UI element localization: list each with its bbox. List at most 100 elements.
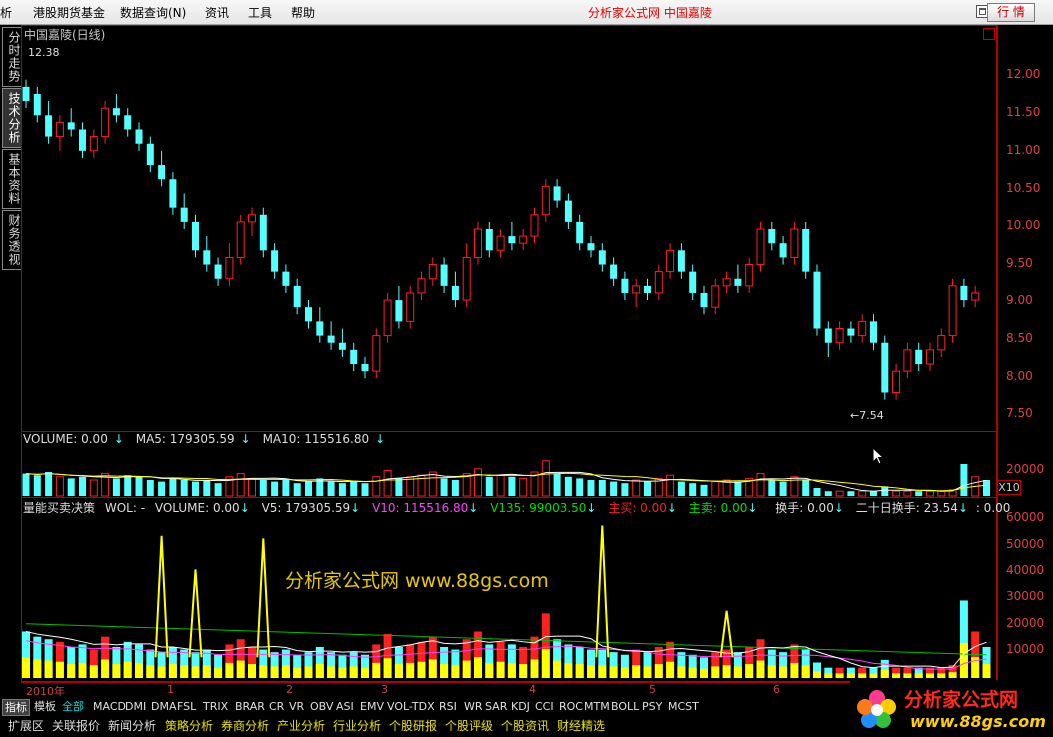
indicator-bar-yellow xyxy=(304,666,313,678)
tab-sar[interactable]: SAR xyxy=(483,699,509,714)
candle-body xyxy=(474,228,482,258)
tab-trix[interactable]: TRIX xyxy=(201,699,230,714)
tab-cci[interactable]: CCI xyxy=(533,699,556,714)
volume-bar xyxy=(553,473,561,496)
tab-boll[interactable]: BOLL xyxy=(609,699,641,714)
tab-templates[interactable]: 模板 xyxy=(32,699,58,714)
tab-industry-chain-analysis[interactable]: 产业分析 xyxy=(277,717,325,735)
candle-body xyxy=(519,235,528,244)
tab-news-analysis[interactable]: 新闻分析 xyxy=(108,717,156,735)
candle-body xyxy=(689,271,697,293)
tab-emv[interactable]: EMV xyxy=(358,699,386,714)
tab-vr[interactable]: VR xyxy=(287,699,306,714)
tab-psy[interactable]: PSY xyxy=(640,699,664,714)
candle-body xyxy=(948,285,957,337)
indicator-bar-yellow xyxy=(880,669,889,678)
volume-bar xyxy=(858,490,867,497)
tab-related-quotes[interactable]: 关联报价 xyxy=(52,717,100,735)
turnover-value: 换手: 0.00 xyxy=(775,501,834,515)
tab-all[interactable]: 全部 xyxy=(60,699,86,714)
volume-bar xyxy=(802,480,810,496)
tab-stock-rating[interactable]: 个股评级 xyxy=(445,717,493,735)
indicator-bar-yellow xyxy=(428,659,437,678)
candle-body xyxy=(440,264,448,286)
indicator-bar-yellow xyxy=(846,673,855,678)
tab-fsl[interactable]: FSL xyxy=(175,699,198,714)
candle-body xyxy=(395,300,403,322)
tab-broker-analysis[interactable]: 券商分析 xyxy=(221,717,269,735)
volume-bar xyxy=(192,481,199,496)
tab-sector-analysis[interactable]: 行业分析 xyxy=(333,717,381,735)
tab-mtm[interactable]: MTM xyxy=(582,699,612,714)
tab-mcst[interactable]: MCST xyxy=(666,699,701,714)
volume-bar xyxy=(33,475,41,496)
timeline-month: 6 xyxy=(773,683,780,696)
tab-extension-area[interactable]: 扩展区 xyxy=(8,717,44,735)
tab-finance-picks[interactable]: 财经精选 xyxy=(557,717,605,735)
price-panel-title: 中国嘉陵(日线) xyxy=(24,28,106,42)
indicator-bar-yellow xyxy=(135,662,143,678)
candle-body xyxy=(462,256,471,301)
candle-body xyxy=(259,214,267,251)
tab-cr[interactable]: CR xyxy=(267,699,286,714)
tab-indicators[interactable]: 指标 xyxy=(2,699,30,716)
tab-asi[interactable]: ASI xyxy=(334,699,356,714)
tab-wr[interactable]: WR xyxy=(462,699,485,714)
tab-rsi[interactable]: RSI xyxy=(437,699,459,714)
candle-body xyxy=(847,328,855,336)
tab-strategy-analysis[interactable]: 策略分析 xyxy=(165,717,213,735)
indicator-bar-yellow xyxy=(146,665,155,678)
tab-vol-tdx[interactable]: VOL-TDX xyxy=(385,699,437,714)
candle-body xyxy=(756,228,765,266)
indicator-bar-yellow xyxy=(417,661,426,678)
indicator-bar-yellow xyxy=(485,662,494,678)
volume-bar xyxy=(734,481,742,496)
tab-stock-research[interactable]: 个股研报 xyxy=(389,717,437,735)
candle-body xyxy=(383,299,392,337)
timeline-month: 1 xyxy=(167,683,174,696)
tab-stock-news[interactable]: 个股资讯 xyxy=(501,717,549,735)
price-axis-label: 9.50 xyxy=(1006,256,1033,270)
volume-bar xyxy=(541,460,550,497)
tab-obv[interactable]: OBV xyxy=(308,699,335,714)
tab-roc[interactable]: ROC xyxy=(557,699,585,714)
indicator-axis-label: 20000 xyxy=(1006,616,1045,630)
volume-bar xyxy=(383,469,392,497)
volume-bar xyxy=(135,476,143,496)
indicator-bar-yellow xyxy=(338,667,347,678)
candle-body xyxy=(508,236,516,244)
site-logo: 分析家公式网 www.88gs.com xyxy=(850,680,1050,736)
stock-chart[interactable] xyxy=(0,0,1053,737)
candle-body xyxy=(632,285,641,294)
indicator-bar-yellow xyxy=(202,665,211,678)
volume-bar xyxy=(474,468,482,497)
volume-value: VOLUME: 0.00 xyxy=(23,432,108,446)
main-sell-value: 主卖: 0.00 xyxy=(688,501,748,515)
indicator-bar-yellow xyxy=(67,664,76,678)
volume-bar xyxy=(440,478,448,496)
indicator-name[interactable]: 量能买卖决策 xyxy=(23,501,95,515)
v10-value: V10: 115516.80 xyxy=(372,501,469,515)
indicator-bar-yellow xyxy=(157,666,166,678)
mouse-cursor-icon xyxy=(872,447,885,465)
candle-body xyxy=(79,129,86,151)
candle-body xyxy=(576,221,584,244)
candle-body xyxy=(700,292,708,308)
tab-brar[interactable]: BRAR xyxy=(233,699,267,714)
volume-bar xyxy=(203,480,211,496)
candle-body xyxy=(22,86,30,102)
volume-multiplier: X10 xyxy=(997,480,1021,495)
volume-bar xyxy=(926,490,934,497)
indicator-bar-yellow xyxy=(55,661,64,678)
tab-dmi[interactable]: DMI xyxy=(123,699,148,714)
indicator-bar-yellow xyxy=(609,666,618,678)
volume-bar xyxy=(214,483,222,496)
indicator-axis-label: 60000 xyxy=(1006,510,1045,524)
candle-body xyxy=(169,179,177,208)
indicator-volume-value: VOLUME: 0.00 xyxy=(154,501,240,515)
tab-kdj[interactable]: KDJ xyxy=(509,699,532,714)
chart-menu-icon[interactable] xyxy=(983,28,995,40)
indicator-bar-yellow xyxy=(598,665,607,678)
indicator-bar-yellow xyxy=(858,673,867,678)
indicator-bar-yellow xyxy=(767,665,776,678)
